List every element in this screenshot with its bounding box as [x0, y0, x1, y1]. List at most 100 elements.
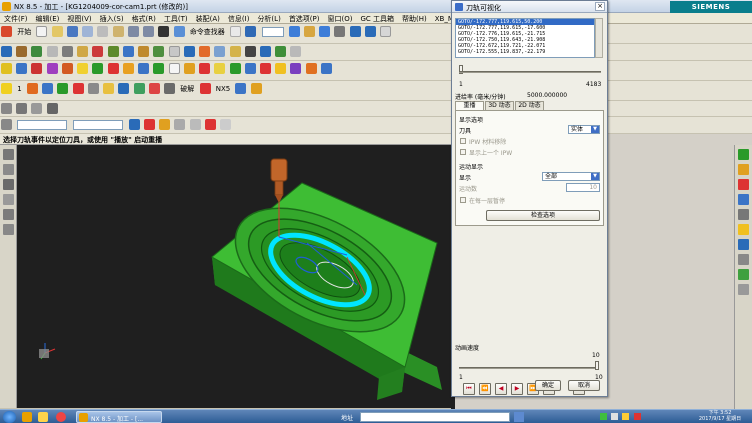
light-icon[interactable] — [214, 46, 226, 57]
show-previous-ipw-checkbox[interactable] — [460, 149, 466, 155]
sel-2-icon[interactable] — [143, 119, 155, 130]
tool-display-select[interactable]: 实体 ▼ — [568, 125, 600, 134]
generate-icon[interactable] — [77, 63, 89, 74]
go-to-start-button[interactable]: ⏮ — [463, 383, 475, 395]
clip-icon[interactable] — [290, 46, 302, 57]
new-icon[interactable] — [36, 26, 48, 37]
animation-speed-slider[interactable] — [459, 367, 599, 369]
event-slider[interactable] — [459, 71, 601, 73]
op-4-icon[interactable] — [57, 83, 69, 94]
undo-icon[interactable] — [127, 26, 139, 37]
copy-icon[interactable] — [97, 26, 109, 37]
delete-path-icon[interactable] — [259, 63, 271, 74]
type-filter-combo[interactable] — [17, 119, 68, 130]
scope-combo[interactable] — [73, 119, 124, 130]
cancel-button[interactable]: 取消 — [568, 380, 600, 391]
history-icon[interactable] — [3, 179, 14, 190]
open-icon[interactable] — [51, 26, 63, 37]
simulate-icon[interactable] — [107, 63, 119, 74]
command-finder-icon[interactable] — [173, 26, 185, 37]
create-tool-icon[interactable] — [16, 63, 28, 74]
goto-scrollbar[interactable] — [595, 18, 603, 58]
grid-icon[interactable] — [168, 46, 180, 57]
util-4-icon[interactable] — [46, 103, 58, 114]
util-3-icon[interactable] — [31, 103, 43, 114]
perspective-icon[interactable] — [244, 46, 256, 57]
play-button[interactable]: ▶ — [511, 383, 523, 395]
csys-icon[interactable] — [107, 46, 119, 57]
create-program-icon[interactable] — [1, 63, 12, 74]
tray-security-icon[interactable] — [633, 413, 641, 420]
right-tool-2-icon[interactable] — [738, 164, 749, 175]
right-tool-3-icon[interactable] — [738, 179, 749, 190]
rotate-icon[interactable] — [349, 26, 361, 37]
check-options-button[interactable]: 检查选项 — [486, 210, 600, 221]
tray-network-icon[interactable] — [600, 413, 607, 420]
render-icon[interactable] — [199, 46, 211, 57]
gouge-icon[interactable] — [290, 63, 302, 74]
brush-icon[interactable] — [320, 63, 332, 74]
pan-icon[interactable] — [364, 26, 376, 37]
tab-2d-dynamic[interactable]: 2D 动态 — [515, 101, 544, 110]
sel-4-icon[interactable] — [174, 119, 186, 130]
motion-count-input[interactable]: 10 — [566, 183, 600, 192]
right-tool-1-icon[interactable] — [738, 149, 749, 160]
edge-icon[interactable] — [31, 46, 43, 57]
speed-icon[interactable] — [214, 63, 226, 74]
op-3-icon[interactable] — [42, 83, 54, 94]
save-icon[interactable] — [66, 26, 78, 37]
goto-list[interactable]: GOTO/-172.777,119.615,50.200 GOTO/-172.7… — [455, 18, 595, 58]
op-12-icon[interactable] — [235, 83, 247, 94]
create-operation-icon[interactable] — [61, 63, 73, 74]
nx5-icon[interactable] — [199, 83, 211, 94]
pause-each-layer-checkbox[interactable] — [460, 197, 466, 203]
partial-shading-icon[interactable] — [92, 46, 104, 57]
list-item[interactable]: GOTO/-172.555,119.837,-22.179 — [456, 49, 594, 55]
op-1-icon[interactable] — [1, 83, 12, 94]
edit-icon[interactable] — [229, 63, 241, 74]
step-back-button[interactable]: ⏪ — [479, 383, 491, 395]
taskbar-nx-task[interactable]: NX 8.5 - 加工 - [... — [76, 411, 162, 423]
animation-speed-thumb[interactable] — [595, 361, 599, 370]
right-tool-9-icon[interactable] — [738, 269, 749, 280]
tray-flag-icon[interactable] — [622, 413, 630, 420]
feed-icon[interactable] — [199, 63, 211, 74]
restore-icon[interactable] — [259, 46, 271, 57]
address-input[interactable] — [360, 412, 510, 422]
part-navigator-icon[interactable] — [3, 164, 14, 175]
create-method-icon[interactable] — [46, 63, 58, 74]
right-tool-10-icon[interactable] — [738, 284, 749, 295]
section-icon[interactable] — [380, 26, 392, 37]
dialog-close-button[interactable]: × — [595, 2, 605, 11]
face-analysis-icon[interactable] — [77, 46, 89, 57]
filter-icon[interactable] — [1, 119, 12, 130]
orient-icon[interactable] — [183, 46, 195, 57]
redo-icon[interactable] — [143, 26, 155, 37]
graphics-window[interactable] — [17, 145, 455, 409]
select-icon[interactable] — [230, 26, 242, 37]
shaded-icon[interactable] — [1, 46, 12, 57]
cursor-icon[interactable] — [245, 26, 257, 37]
right-tool-8-icon[interactable] — [738, 254, 749, 265]
snap-icon[interactable] — [153, 46, 165, 57]
op-6-icon[interactable] — [87, 83, 99, 94]
display-select[interactable]: 全部 ▼ — [542, 172, 600, 181]
fit-icon[interactable] — [319, 26, 331, 37]
right-tool-4-icon[interactable] — [738, 194, 749, 205]
layer-icon[interactable] — [303, 26, 315, 37]
op-13-icon[interactable] — [250, 83, 262, 94]
taskbar-browser-icon[interactable] — [56, 412, 66, 422]
command-finder-button[interactable]: 命令查找器 — [190, 27, 225, 37]
util-1-icon[interactable] — [1, 103, 12, 114]
break-button[interactable]: 破解 — [180, 84, 194, 94]
play-reverse-button[interactable]: ◀ — [495, 383, 507, 395]
replay-icon[interactable] — [153, 63, 165, 74]
system-icon[interactable] — [3, 209, 14, 220]
verify-icon[interactable] — [92, 63, 104, 74]
transform-icon[interactable] — [244, 63, 256, 74]
op-5-icon[interactable] — [72, 83, 84, 94]
toolpath-icon[interactable] — [183, 63, 195, 74]
hidden-edge-icon[interactable] — [46, 46, 58, 57]
cut-icon[interactable] — [82, 26, 94, 37]
sel-5-icon[interactable] — [189, 119, 201, 130]
